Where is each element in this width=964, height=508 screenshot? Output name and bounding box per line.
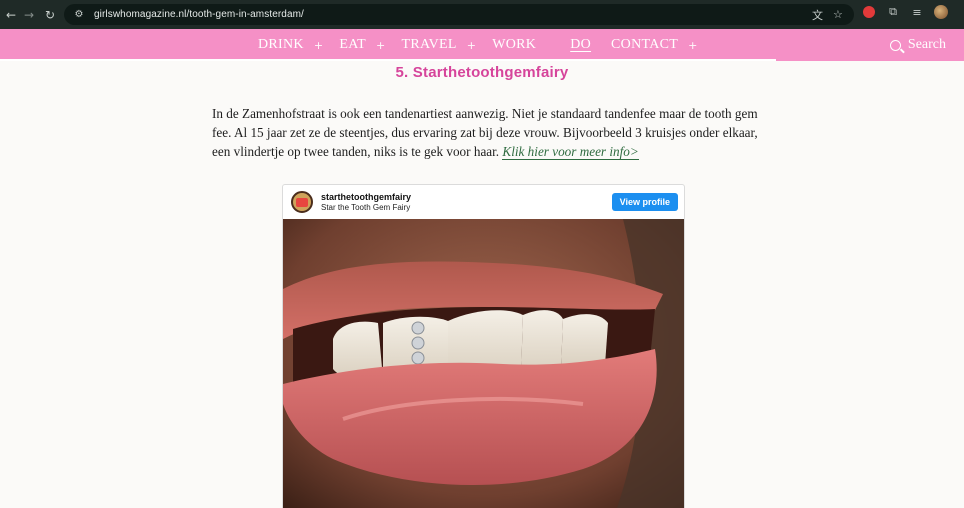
nav-item-eat[interactable]: EAT + — [339, 37, 401, 53]
nav-expand-travel-icon[interactable]: + — [467, 39, 477, 52]
profile-avatar-icon[interactable] — [934, 5, 948, 19]
search-button[interactable]: Search — [889, 29, 946, 61]
browser-toolbar: ← → ↻ ⚙ girlswhomagazine.nl/tooth-gem-in… — [0, 0, 964, 29]
nav-label-travel[interactable]: TRAVEL — [401, 37, 456, 53]
nav-expand-contact-icon[interactable]: + — [688, 39, 698, 52]
embed-username[interactable]: starthetoothgemfairy — [321, 192, 411, 202]
address-bar-actions: 文 ☆ — [812, 4, 843, 25]
site-navigation: DRINK + EAT + TRAVEL + WORK DO CONTACT +… — [0, 29, 964, 61]
reload-icon[interactable]: ↻ — [40, 5, 60, 25]
site-settings-icon[interactable]: ⚙ — [70, 8, 88, 22]
nav-expand-drink-icon[interactable]: + — [314, 39, 324, 52]
more-info-link[interactable]: Klik hier voor meer info> — [502, 144, 639, 160]
instagram-embed: starthetoothgemfairy Star the Tooth Gem … — [282, 184, 685, 508]
nav-label-contact[interactable]: CONTACT — [611, 37, 678, 53]
tooth-gem-photo[interactable] — [283, 219, 685, 508]
nav-expand-eat-icon[interactable]: + — [376, 39, 386, 52]
translate-icon[interactable]: 文 — [812, 7, 823, 23]
nav-divider — [0, 59, 776, 61]
search-label: Search — [907, 37, 946, 52]
section-heading: 5. Starthetoothgemfairy — [395, 64, 569, 81]
paragraph-text: In de Zamenhofstraat is ook een tandenar… — [212, 106, 758, 159]
address-bar[interactable]: ⚙ girlswhomagazine.nl/tooth-gem-in-amste… — [64, 4, 854, 25]
back-icon[interactable]: ← — [1, 5, 21, 25]
nav-label-eat[interactable]: EAT — [339, 37, 366, 53]
nav-label-work[interactable]: WORK — [492, 37, 536, 53]
profile-picture-avatar[interactable] — [291, 191, 313, 213]
embed-full-name: Star the Tooth Gem Fairy — [321, 203, 411, 212]
puzzle-extensions-icon[interactable]: ⧉ — [886, 5, 900, 19]
nav-item-work[interactable]: WORK — [492, 37, 536, 53]
url-text[interactable]: girlswhomagazine.nl/tooth-gem-in-amsterd… — [94, 9, 304, 20]
extension-red-icon[interactable] — [862, 5, 876, 19]
nav-item-drink[interactable]: DRINK + — [258, 37, 339, 53]
search-icon — [889, 39, 901, 51]
nav-item-contact[interactable]: CONTACT + — [611, 37, 714, 53]
nav-item-do[interactable]: DO — [570, 37, 591, 53]
bookmark-star-icon[interactable]: ☆ — [833, 8, 843, 21]
nav-label-drink[interactable]: DRINK — [258, 37, 304, 53]
reading-list-icon[interactable]: ≡ — [910, 5, 924, 19]
article-paragraph: In de Zamenhofstraat is ook een tandenar… — [212, 104, 760, 161]
forward-icon[interactable]: → — [19, 5, 39, 25]
nav-item-travel[interactable]: TRAVEL + — [401, 37, 492, 53]
nav-label-do[interactable]: DO — [570, 37, 591, 53]
view-profile-button[interactable]: View profile — [611, 193, 678, 211]
extensions-area: ⧉ ≡ — [862, 5, 948, 19]
embed-header: starthetoothgemfairy Star the Tooth Gem … — [283, 185, 684, 219]
